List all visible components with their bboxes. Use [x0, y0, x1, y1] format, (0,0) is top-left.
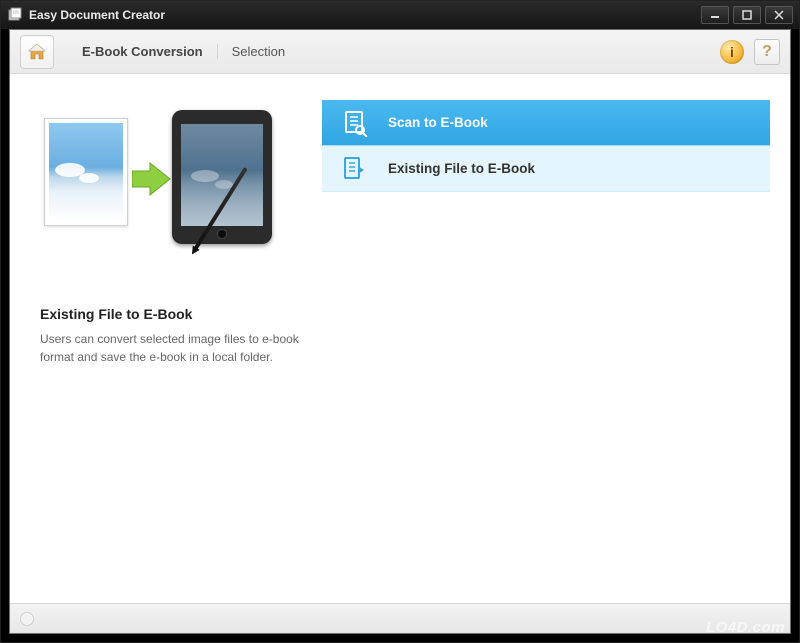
info-icon: i [730, 44, 734, 60]
toolbar: E-Book Conversion Selection i ? [10, 30, 790, 74]
window-frame: Easy Document Creator E-Book Conversion [0, 0, 800, 643]
status-bar [10, 603, 790, 633]
tablet-screen-image [181, 124, 263, 226]
maximize-button[interactable] [733, 6, 761, 24]
status-indicator-icon [20, 612, 34, 626]
arrow-right-icon [132, 162, 172, 201]
photo-sky-image [49, 123, 123, 221]
home-icon [26, 41, 48, 63]
help-icon: ? [762, 43, 772, 61]
description-title: Existing File to E-Book [40, 306, 300, 322]
breadcrumb-step: Selection [218, 44, 299, 59]
breadcrumb: E-Book Conversion Selection [68, 44, 299, 59]
option-label: Scan to E-Book [388, 115, 488, 130]
window-controls [701, 6, 793, 24]
scan-document-icon [340, 108, 370, 138]
client-area: E-Book Conversion Selection i ? [9, 29, 791, 634]
option-scan-to-ebook[interactable]: Scan to E-Book [322, 100, 770, 146]
minimize-button[interactable] [701, 6, 729, 24]
options-list: Scan to E-Book Existing File to E-Book [322, 100, 770, 593]
option-existing-file-to-ebook[interactable]: Existing File to E-Book [322, 146, 770, 192]
photo-card [44, 118, 128, 226]
description-body: Users can convert selected image files t… [40, 330, 300, 366]
app-icon [7, 7, 23, 23]
close-button[interactable] [765, 6, 793, 24]
tablet-device [172, 110, 272, 244]
content-area: Existing File to E-Book Users can conver… [10, 74, 790, 603]
tablet-home-button-icon [217, 229, 227, 239]
breadcrumb-section: E-Book Conversion [68, 44, 218, 59]
window-title: Easy Document Creator [29, 8, 701, 22]
home-button[interactable] [20, 35, 54, 69]
description-block: Existing File to E-Book Users can conver… [40, 306, 310, 366]
left-column: Existing File to E-Book Users can conver… [40, 100, 310, 593]
info-button[interactable]: i [720, 40, 744, 64]
title-bar: Easy Document Creator [1, 1, 799, 29]
help-button[interactable]: ? [754, 39, 780, 65]
illustration [40, 110, 288, 260]
option-label: Existing File to E-Book [388, 161, 535, 176]
file-to-ebook-icon [340, 154, 370, 184]
watermark: LO4D.com [706, 619, 785, 636]
